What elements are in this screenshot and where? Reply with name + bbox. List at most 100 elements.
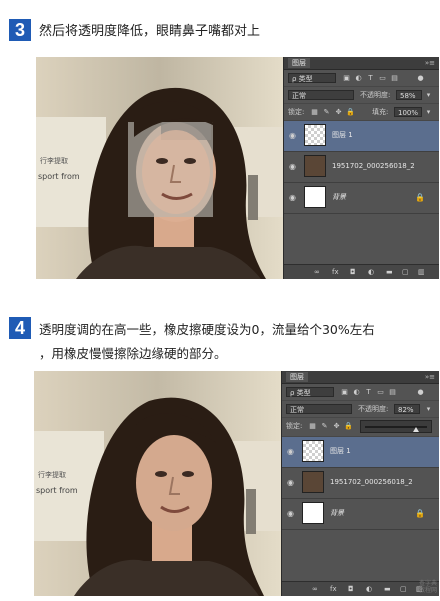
fx-icon[interactable]: fx — [330, 582, 337, 596]
mask-icon[interactable]: ◘ — [350, 265, 356, 279]
folder-icon[interactable]: ▬ — [386, 265, 393, 279]
lock-row: 锁定: ▦ ✎ ✥ 🔒 — [282, 418, 439, 437]
blend-row: 正常 不透明度: 82% ▾ — [282, 401, 439, 418]
lock-transparent-icon[interactable]: ▦ — [310, 108, 319, 116]
lock-paint-icon[interactable]: ✎ — [322, 108, 331, 116]
lock-all-icon[interactable]: 🔒 — [344, 422, 353, 430]
opacity-dropdown-icon[interactable]: ▾ — [424, 91, 433, 99]
tab-layers[interactable]: 图层 — [286, 372, 308, 382]
smart-filter-icon[interactable]: ▤ — [388, 388, 397, 396]
layer-row-1[interactable]: ◉ 图层 1 — [282, 437, 439, 468]
layer-row-3[interactable]: ◉ 背景 🔒 — [282, 499, 439, 530]
shape-filter-icon[interactable]: ▭ — [376, 388, 385, 396]
image-filter-icon[interactable]: ▣ — [340, 388, 349, 396]
sign-text-2: sport from — [36, 486, 78, 495]
type-filter-icon[interactable]: T — [366, 74, 375, 82]
layer-thumbnail — [304, 124, 326, 146]
watermark-line-2: 教程网 — [418, 587, 437, 594]
filter-toggle-icon[interactable]: ● — [416, 74, 425, 82]
eye-icon[interactable]: ◉ — [289, 131, 298, 140]
lock-icon: 🔒 — [415, 509, 425, 518]
layer-thumbnail — [302, 471, 324, 493]
panel-footer: ∞ fx ◘ ◐ ▬ ▢ ▥ — [282, 581, 439, 596]
lock-paint-icon[interactable]: ✎ — [320, 422, 329, 430]
layers-panel-1: 图层 »≡ ρ 类型 ▣ ◐ T ▭ ▤ ● 正常 不透明度: 58% ▾ 锁定… — [283, 57, 439, 279]
lock-icon: 🔒 — [415, 193, 425, 202]
layer-name: 图层 1 — [332, 131, 353, 139]
filter-toggle-icon[interactable]: ● — [416, 388, 425, 396]
adjustment-icon[interactable]: ◐ — [368, 265, 374, 279]
panel-tabbar: 图层 »≡ — [282, 371, 439, 384]
layer-thumbnail — [302, 502, 324, 524]
fill-dropdown-icon[interactable]: ▾ — [424, 108, 433, 116]
layer-name: 1951702_000256018_2 — [332, 162, 415, 170]
sign-text-2: sport from — [38, 172, 80, 181]
blend-mode-select[interactable]: 正常 — [288, 90, 354, 100]
adjust-filter-icon[interactable]: ◐ — [352, 388, 361, 396]
new-layer-icon[interactable]: ▢ — [400, 582, 407, 596]
link-icon[interactable]: ∞ — [312, 582, 318, 596]
step-3-instruction: 然后将透明度降低，眼睛鼻子嘴都对上 — [39, 24, 261, 39]
portrait-image: 行李提取 sport from — [34, 371, 281, 596]
lock-move-icon[interactable]: ✥ — [332, 422, 341, 430]
opacity-dropdown-icon[interactable]: ▾ — [424, 405, 433, 413]
blend-mode-select[interactable]: 正常 — [286, 404, 352, 414]
layers-panel-2: 图层 »≡ ρ 类型 ▣ ◐ T ▭ ▤ ● 正常 不透明度: 82% ▾ 锁定… — [281, 371, 439, 596]
layer-name: 背景 — [330, 509, 344, 517]
eye-icon[interactable]: ◉ — [287, 509, 296, 518]
panel-menu-icon[interactable]: »≡ — [425, 57, 435, 69]
sign-text-1: 行李提取 — [40, 156, 68, 165]
lock-all-icon[interactable]: 🔒 — [346, 108, 355, 116]
eye-icon[interactable]: ◉ — [287, 447, 296, 456]
lock-row: 锁定: ▦ ✎ ✥ 🔒 填充: 100% ▾ — [284, 104, 439, 121]
opacity-input[interactable]: 58% — [396, 90, 422, 100]
adjust-filter-icon[interactable]: ◐ — [354, 74, 363, 82]
filter-row: ρ 类型 ▣ ◐ T ▭ ▤ ● — [284, 70, 439, 87]
panel-tabbar: 图层 »≡ — [284, 57, 439, 70]
lock-move-icon[interactable]: ✥ — [334, 108, 343, 116]
smart-filter-icon[interactable]: ▤ — [390, 74, 399, 82]
filter-type-select[interactable]: ρ 类型 — [288, 73, 336, 83]
screenshot-2: 行李提取 sport from 图层 »≡ ρ 类型 ▣ ◐ T ▭ ▤ ● 正… — [34, 371, 439, 596]
step-4-instruction-line-2: ，用橡皮慢慢擦除边缘硬的部分。 — [39, 346, 227, 361]
eye-icon[interactable]: ◉ — [289, 162, 298, 171]
opacity-slider-thumb[interactable] — [412, 427, 419, 432]
watermark: 查字典 教程网 — [419, 580, 437, 594]
lock-transparent-icon[interactable]: ▦ — [308, 422, 317, 430]
fill-input[interactable]: 100% — [394, 107, 422, 117]
eye-icon[interactable]: ◉ — [287, 478, 296, 487]
new-layer-icon[interactable]: ▢ — [402, 265, 409, 279]
layer-row-2[interactable]: ◉ 1951702_000256018_2 — [284, 152, 439, 183]
image-filter-icon[interactable]: ▣ — [342, 74, 351, 82]
layer-row-1[interactable]: ◉ 图层 1 — [284, 121, 439, 152]
filter-type-select[interactable]: ρ 类型 — [286, 387, 334, 397]
step-3-badge: 3 — [9, 19, 31, 41]
layer-row-2[interactable]: ◉ 1951702_000256018_2 — [282, 468, 439, 499]
layer-name: 1951702_000256018_2 — [330, 478, 413, 486]
tab-layers[interactable]: 图层 — [288, 58, 310, 68]
portrait-image: 行李提取 sport from — [36, 57, 283, 279]
panel-footer: ∞ fx ◘ ◐ ▬ ▢ ▥ — [284, 264, 439, 279]
sign-text-1: 行李提取 — [38, 470, 66, 479]
type-filter-icon[interactable]: T — [364, 388, 373, 396]
fx-icon[interactable]: fx — [332, 265, 339, 279]
opacity-label: 不透明度: — [360, 91, 391, 99]
opacity-input[interactable]: 82% — [394, 404, 420, 414]
shape-filter-icon[interactable]: ▭ — [378, 74, 387, 82]
trash-icon[interactable]: ▥ — [418, 265, 425, 279]
link-icon[interactable]: ∞ — [314, 265, 320, 279]
mask-icon[interactable]: ◘ — [348, 582, 354, 596]
step-4-instruction-line-1: 透明度调的在高一些，橡皮擦硬度设为0，流量给个30%左右 — [39, 322, 375, 337]
layer-name: 背景 — [332, 193, 346, 201]
lock-label: 锁定: — [288, 108, 305, 116]
layer-thumbnail — [302, 440, 324, 462]
watermark-line-1: 查字典 — [418, 580, 437, 587]
panel-menu-icon[interactable]: »≡ — [425, 371, 435, 383]
adjustment-icon[interactable]: ◐ — [366, 582, 372, 596]
step-4-badge: 4 — [9, 317, 31, 339]
opacity-slider[interactable] — [360, 420, 432, 433]
eye-icon[interactable]: ◉ — [289, 193, 298, 202]
folder-icon[interactable]: ▬ — [384, 582, 391, 596]
layer-row-3[interactable]: ◉ 背景 🔒 — [284, 183, 439, 214]
layer-name: 图层 1 — [330, 447, 351, 455]
